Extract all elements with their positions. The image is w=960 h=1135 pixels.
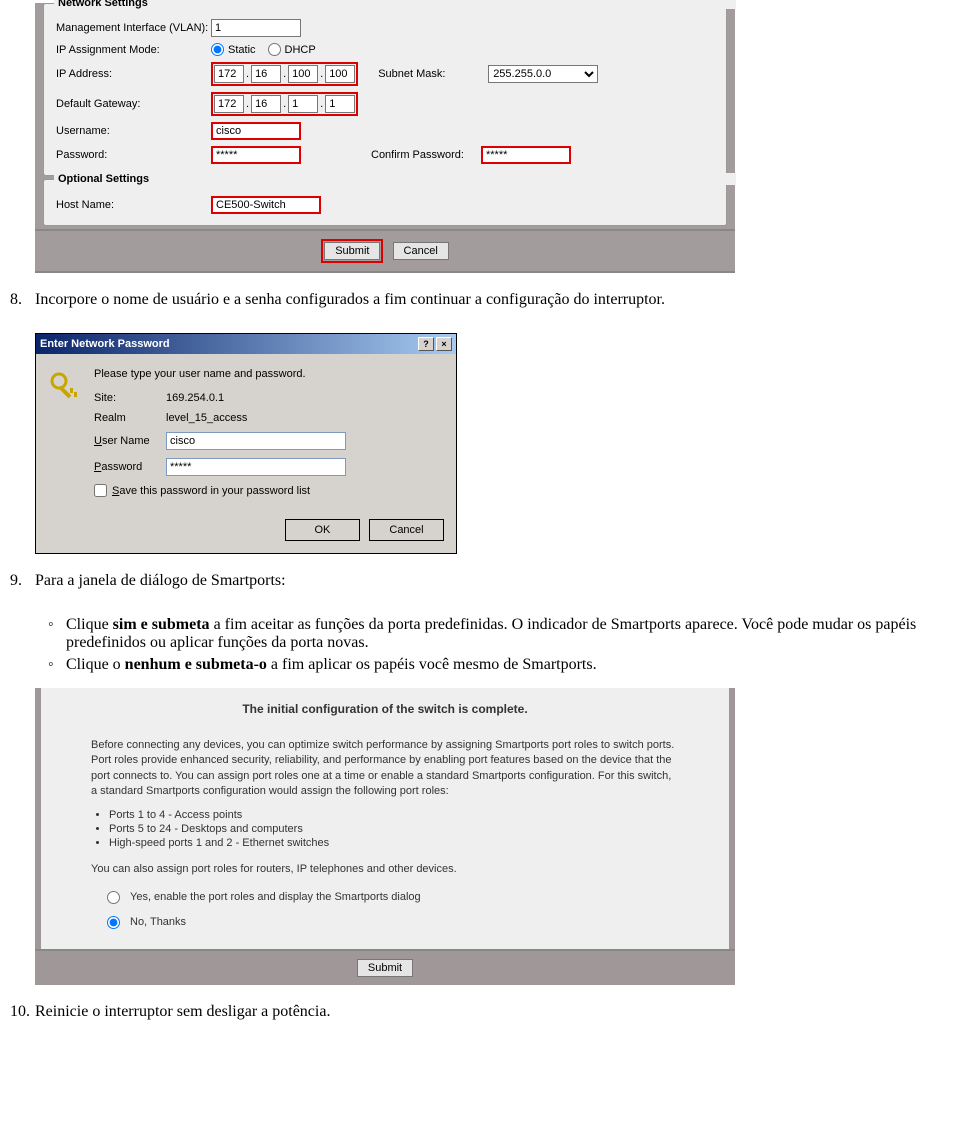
radio-no-label: No, Thanks xyxy=(130,916,186,928)
label-ipmode: IP Assignment Mode: xyxy=(56,44,211,56)
gw-oct2[interactable] xyxy=(251,95,281,113)
item9-text: Para a janela de diálogo de Smartports: xyxy=(35,572,960,590)
item9-num: 9. xyxy=(10,572,35,590)
label-ipaddr: IP Address: xyxy=(56,68,211,80)
legend-network: Network Settings xyxy=(54,0,736,9)
smartports-para1: Before connecting any devices, you can o… xyxy=(91,738,679,800)
password-input[interactable] xyxy=(211,146,301,164)
ip-oct3[interactable] xyxy=(288,65,318,83)
radio-yes[interactable] xyxy=(107,891,120,904)
key-icon xyxy=(48,370,80,402)
vlan-input[interactable] xyxy=(211,19,301,37)
password-dialog: Enter Network Password ? × Please type y… xyxy=(35,333,457,554)
instruction-8: 8. Incorpore o nome de usuário e a senha… xyxy=(0,291,960,315)
ip-oct4[interactable] xyxy=(325,65,355,83)
label-username: Username: xyxy=(56,125,211,137)
password-field[interactable] xyxy=(166,458,346,476)
network-settings-fieldset: Network Settings Management Interface (V… xyxy=(43,3,727,176)
cancel-button[interactable]: Cancel xyxy=(393,242,449,260)
gw-oct3[interactable] xyxy=(288,95,318,113)
item10-num: 10. xyxy=(10,1003,35,1021)
label-password: Password: xyxy=(56,149,211,161)
item9-sub2-text: Clique o nenhum e submeta-o a fim aplica… xyxy=(66,656,960,674)
legend-optional: Optional Settings xyxy=(54,173,736,185)
gateway-group: . . . xyxy=(211,92,358,116)
label-subnet: Subnet Mask: xyxy=(378,68,488,80)
instruction-9: 9. Para a janela de diálogo de Smartport… xyxy=(0,572,960,596)
radio-yes-label: Yes, enable the port roles and display t… xyxy=(130,891,421,903)
value-site: 169.254.0.1 xyxy=(166,392,224,404)
submit-button[interactable]: Submit xyxy=(324,242,380,260)
value-realm: level_15_access xyxy=(166,412,247,424)
label-vlan: Management Interface (VLAN): xyxy=(56,22,211,34)
username-input[interactable] xyxy=(211,122,301,140)
bullet-icon: ◦ xyxy=(48,656,66,674)
title-bar: Enter Network Password ? × xyxy=(36,334,456,354)
label-gateway: Default Gateway: xyxy=(56,98,211,110)
smartports-title: The initial configuration of the switch … xyxy=(91,702,679,716)
save-password-label: Save this password in your password list xyxy=(112,485,310,497)
radio-dhcp-label: DHCP xyxy=(285,44,316,56)
label-password: Password xyxy=(94,461,166,473)
ip-oct1[interactable] xyxy=(214,65,244,83)
dialog-prompt: Please type your user name and password. xyxy=(94,368,444,380)
instruction-10: 10. Reinicie o interruptor sem desligar … xyxy=(0,1003,960,1027)
smartports-para2: You can also assign port roles for route… xyxy=(91,862,679,877)
radio-static-label: Static xyxy=(228,44,256,56)
instruction-9-sub1: ◦ Clique sim e submeta a fim aceitar as … xyxy=(48,614,960,654)
label-hostname: Host Name: xyxy=(56,199,211,211)
gw-oct4[interactable] xyxy=(325,95,355,113)
optional-settings-fieldset: Optional Settings Host Name: xyxy=(43,179,727,226)
button-bar: Submit Cancel xyxy=(35,229,735,273)
item10-text: Reinicie o interruptor sem desligar a po… xyxy=(35,1003,960,1021)
radio-static[interactable] xyxy=(211,43,224,56)
list-item: High-speed ports 1 and 2 - Ethernet swit… xyxy=(109,836,679,850)
bullet-icon: ◦ xyxy=(48,616,66,652)
item9-sub1-text: Clique sim e submeta a fim aceitar as fu… xyxy=(66,616,960,652)
radio-dhcp[interactable] xyxy=(268,43,281,56)
list-item: Ports 1 to 4 - Access points xyxy=(109,808,679,822)
ip-address-group: . . . xyxy=(211,62,358,86)
username-field[interactable] xyxy=(166,432,346,450)
confirm-input[interactable] xyxy=(481,146,571,164)
label-realm: Realm xyxy=(94,412,166,424)
ok-button[interactable]: OK xyxy=(285,519,360,541)
gw-oct1[interactable] xyxy=(214,95,244,113)
label-confirm: Confirm Password: xyxy=(371,149,481,161)
label-username: User Name xyxy=(94,435,166,447)
radio-no[interactable] xyxy=(107,916,120,929)
cancel-button[interactable]: Cancel xyxy=(369,519,444,541)
list-item: Ports 5 to 24 - Desktops and computers xyxy=(109,822,679,836)
smartports-panel: The initial configuration of the switch … xyxy=(35,688,735,985)
dialog-title: Enter Network Password xyxy=(40,338,416,350)
instruction-9-sub2: ◦ Clique o nenhum e submeta-o a fim apli… xyxy=(48,654,960,676)
close-button[interactable]: × xyxy=(436,337,452,351)
hostname-input[interactable] xyxy=(211,196,321,214)
smartports-button-bar: Submit xyxy=(35,949,735,985)
save-password-checkbox[interactable] xyxy=(94,484,107,497)
subnet-select[interactable]: 255.255.0.0 xyxy=(488,65,598,83)
label-site: Site: xyxy=(94,392,166,404)
submit-button[interactable]: Submit xyxy=(357,959,413,977)
ip-oct2[interactable] xyxy=(251,65,281,83)
smartports-port-list: Ports 1 to 4 - Access points Ports 5 to … xyxy=(109,808,679,850)
item8-text: Incorpore o nome de usuário e a senha co… xyxy=(35,291,960,309)
help-button[interactable]: ? xyxy=(418,337,434,351)
item8-num: 8. xyxy=(10,291,35,309)
network-settings-panel: Network Settings Management Interface (V… xyxy=(35,3,735,273)
submit-highlight: Submit xyxy=(321,239,383,263)
